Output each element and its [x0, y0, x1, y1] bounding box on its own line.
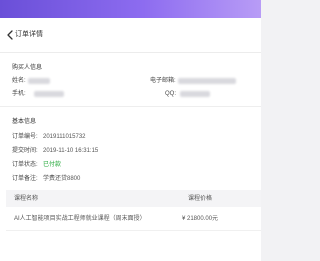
title-bar: 订单详情 — [0, 18, 261, 53]
column-course-name: 课程名称 — [14, 196, 39, 202]
remark-label: 订单备注: — [12, 176, 38, 182]
order-no-value: 2019111015732 — [43, 134, 86, 140]
remark-value: 学费还贷8800 — [43, 176, 81, 182]
order-detail-card: 订单详情 购买人信息 姓名: 电子邮箱: 手机: QQ: 基本信息 订单编号: … — [0, 18, 261, 261]
phone-value-redacted — [34, 91, 64, 97]
course-name-cell: AI人工智能项目实战工程师就业课程（周末面授） — [14, 216, 146, 222]
table-row: AI人工智能项目实战工程师就业课程（周末面授） ¥ 21800.00元 — [6, 207, 261, 231]
email-value-redacted — [178, 78, 236, 84]
qq-label: QQ: — [165, 91, 177, 97]
email-label: 电子邮箱: — [150, 78, 176, 84]
status-label: 订单状态: — [12, 162, 38, 168]
buyer-section-title: 购买人信息 — [12, 65, 43, 71]
submit-time-value: 2019-11-10 16:31:15 — [43, 148, 99, 154]
phone-label: 手机: — [12, 91, 26, 97]
status-badge: 已付款 — [43, 162, 62, 168]
order-no-label: 订单编号: — [12, 134, 38, 140]
course-price-cell: ¥ 21800.00元 — [182, 216, 219, 222]
chevron-left-icon[interactable] — [5, 29, 15, 41]
section-divider — [0, 106, 261, 107]
header-banner — [0, 0, 261, 18]
qq-value-redacted — [180, 91, 210, 97]
page-title: 订单详情 — [15, 31, 43, 38]
submit-time-label: 提交时间: — [12, 148, 38, 154]
name-value-redacted — [28, 78, 50, 84]
name-label: 姓名: — [12, 78, 26, 84]
course-table-header: 课程名称 课程价格 — [6, 190, 261, 207]
column-course-price: 课程价格 — [188, 196, 213, 202]
basic-section-title: 基本信息 — [12, 119, 37, 125]
